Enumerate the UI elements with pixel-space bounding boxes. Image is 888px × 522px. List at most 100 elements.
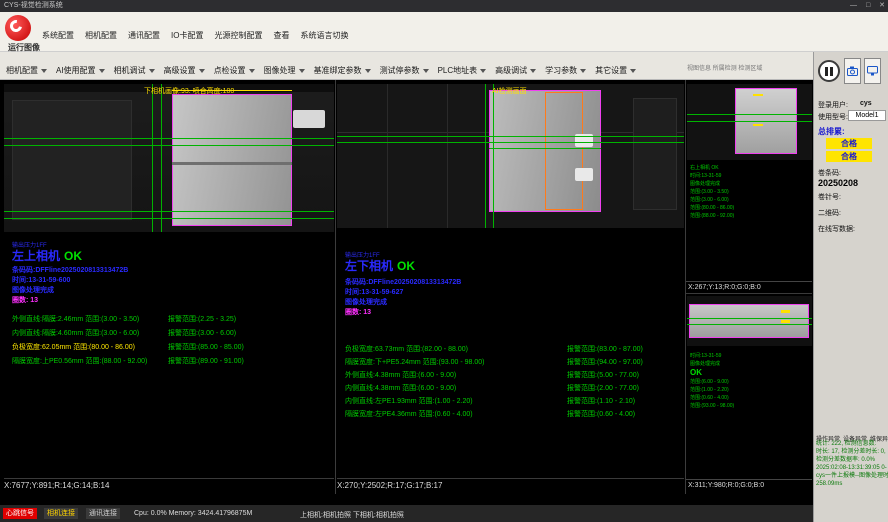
toolbar-tab-label: 基准绑定参数 <box>314 66 362 75</box>
toolbar-tab[interactable]: 测试停参数 <box>380 65 429 76</box>
left-turn-count: 圈数: 13 <box>12 295 38 305</box>
left-camera-view[interactable]: 下相机画像:93. 喷合高度:100 <box>4 84 334 232</box>
measurement-row: 隔膜宽度:上PE0.56mm 范围:(88.00 - 92.00) 报警范围:(… <box>12 356 330 370</box>
thumb-result-line: 范围:(93.00 - 98.00) <box>690 402 810 410</box>
left-image-overlay-label: 下相机画像:93. 喷合高度:100 <box>144 86 234 96</box>
pause-icon <box>825 67 828 76</box>
bright-feature <box>575 168 593 181</box>
chevron-down-icon <box>199 69 205 73</box>
toolbar-tab[interactable]: 高级设置 <box>164 65 205 76</box>
measurement-value: 隔膜宽度:上PE0.56mm 范围:(88.00 - 92.00) <box>12 356 147 366</box>
alarm-range: 报警范围:(2.00 - 77.00) <box>567 383 639 393</box>
alarm-range: 报警范围:(1.10 - 2.10) <box>567 396 635 406</box>
stats-line: cys一件上报模--图像处理时间: <box>816 472 888 480</box>
login-user-label: 登录用户: <box>818 100 848 110</box>
center-pixel-coord: X:270;Y:2502;R:17;G:17;B:17 <box>337 481 442 490</box>
toolbar-tab[interactable]: PLC地址表 <box>438 65 487 76</box>
stats-line: 统计: 222, 检测信息数: <box>816 440 888 448</box>
chevron-down-icon <box>99 69 105 73</box>
measurement-row: 外侧直线:4.38mm 范围:(6.00 - 9.00) 报警范围:(5.00 … <box>345 370 683 383</box>
left-time: 时间:13-31-59-600 <box>12 275 70 285</box>
machine-line <box>447 84 448 228</box>
field-row: 二维码: <box>818 208 855 224</box>
app-window: CYS-视觉检测系统 — □ ✕ 系统配置相机配置通讯配置IO卡配置光源控制配置… <box>0 0 888 522</box>
model-label: 使用型号: <box>818 112 848 122</box>
toolbar-tab[interactable]: 学习参数 <box>545 65 586 76</box>
chevron-down-icon <box>423 69 429 73</box>
alarm-range: 报警范围:(94.00 - 97.00) <box>567 357 643 367</box>
toolbar-tab-label: 测试停参数 <box>380 66 420 75</box>
minimize-button[interactable]: — <box>850 2 857 9</box>
toolbar-tab-label: AI使用配置 <box>56 66 96 75</box>
menu-item[interactable]: IO卡配置 <box>171 30 203 41</box>
left-barcode: 条码码:DFFline2025020813313472B <box>12 265 128 275</box>
camera-connection-badge: 相机连接 <box>44 508 78 519</box>
toolbar-tab-label: 学习参数 <box>545 66 577 75</box>
chevron-down-icon <box>630 69 636 73</box>
menu-item[interactable]: 光源控制配置 <box>214 30 262 41</box>
center-measurements: 负极宽度:63.73mm 范围:(82.00 - 88.00) 报警范围:(83… <box>345 344 683 422</box>
close-button[interactable]: ✕ <box>879 2 885 9</box>
field-label: 在线写数据: <box>818 226 855 233</box>
toolbar-tab[interactable]: 其它设置 <box>595 65 636 76</box>
green-guideline <box>4 138 334 139</box>
left-process-status: 图像处理完成 <box>12 285 54 295</box>
chevron-down-icon <box>299 69 305 73</box>
measurement-row: 外侧直线:隔膜:2.46mm 范围:(3.00 - 3.50) 报警范围:(2.… <box>12 314 330 328</box>
statistics-block: 统计: 222, 检测信息数:时长: 17, 检测分差时长: 0,检测分差数据率… <box>816 440 888 488</box>
toolbar-tab-label: 高级调试 <box>495 66 527 75</box>
menu-item[interactable]: 通讯配置 <box>128 30 160 41</box>
field-row: 在线写数据: <box>818 224 855 240</box>
model-value-box[interactable]: Model1 <box>848 110 886 121</box>
product-region <box>172 94 292 226</box>
title-bar: CYS-视觉检测系统 — □ ✕ <box>0 0 888 12</box>
measurement-row: 负极宽度:63.73mm 范围:(82.00 - 88.00) 报警范围:(83… <box>345 344 683 357</box>
maximize-button[interactable]: □ <box>866 2 870 9</box>
left-measurements: 外侧直线:隔膜:2.46mm 范围:(3.00 - 3.50) 报警范围:(2.… <box>12 314 330 370</box>
login-user-value: cys <box>860 100 872 107</box>
menu-item[interactable]: 系统配置 <box>42 30 74 41</box>
toolbar-tab-label: 高级设置 <box>164 66 196 75</box>
camera-capture-button[interactable] <box>844 58 861 84</box>
status-bar: 心跳信号 相机连接 通讯连接 Cpu: 0.0% Memory: 3424.41… <box>0 505 813 522</box>
measurement-value: 外侧直线:4.38mm 范围:(6.00 - 9.00) <box>345 370 456 380</box>
toolbar-tab-label: 点检设置 <box>214 66 246 75</box>
green-guideline <box>485 84 486 228</box>
toolbar-tab[interactable]: 高级调试 <box>495 65 536 76</box>
thumb-bottom-camera-view[interactable] <box>687 296 812 346</box>
toolbar-tab-label: PLC地址表 <box>438 66 478 75</box>
thumb-result-line: 范围:(0.60 - 4.00) <box>690 394 810 402</box>
highlight-counter-value: 合格 <box>826 151 872 162</box>
thumb-top-camera-view[interactable] <box>687 84 812 160</box>
menu-item[interactable]: 相机配置 <box>85 30 117 41</box>
green-guideline <box>337 142 684 143</box>
menu-item[interactable]: 系统语言切换 <box>300 30 348 41</box>
toolbar-tab-label: 图像处理 <box>264 66 296 75</box>
thumb-result-line: 范围:(1.00 - 2.20) <box>690 386 810 394</box>
pause-icon <box>830 67 833 76</box>
toolbar-tab[interactable]: 相机调试 <box>114 65 155 76</box>
thumb-result-line: 范围:(3.00 - 6.00) <box>690 196 810 204</box>
toolbar-tab[interactable]: 图像处理 <box>264 65 305 76</box>
pause-button[interactable] <box>818 60 840 82</box>
cpu-memory-status: Cpu: 0.0% Memory: 3424.41796875M <box>134 510 252 517</box>
thumb-result-line: 图像处理完成 <box>690 180 810 188</box>
highlight-counter-value: 合格 <box>826 138 872 149</box>
yellow-marker <box>781 320 790 323</box>
menu-item[interactable]: 查看 <box>273 30 289 41</box>
green-guideline <box>687 318 812 319</box>
center-camera-view[interactable]: AI检测画面 <box>337 84 684 228</box>
menu-items: 系统配置相机配置通讯配置 IO卡配置光源控制配置查看系统语言切换 <box>42 25 359 43</box>
thumb-result-line: 图像处理完成 <box>690 360 810 368</box>
measurement-value: 隔膜宽度:下+PE5.24mm 范围:(93.00 - 98.00) <box>345 357 484 367</box>
toolbar-tab[interactable]: 点检设置 <box>214 65 255 76</box>
barcode-value: 20250208 <box>818 178 858 188</box>
stats-line: 2025:02:08-13:31:39:05 0- <box>816 464 888 472</box>
camera-icon <box>847 66 858 76</box>
heartbeat-status-badge: 心跳信号 <box>3 508 37 519</box>
monitor-view-button[interactable] <box>864 58 881 84</box>
barcode-label: 卷条码: <box>818 168 841 178</box>
toolbar-tab[interactable]: 相机配置 <box>6 65 47 76</box>
toolbar-tab[interactable]: 基准绑定参数 <box>314 65 371 76</box>
toolbar-tab[interactable]: AI使用配置 <box>56 65 105 76</box>
